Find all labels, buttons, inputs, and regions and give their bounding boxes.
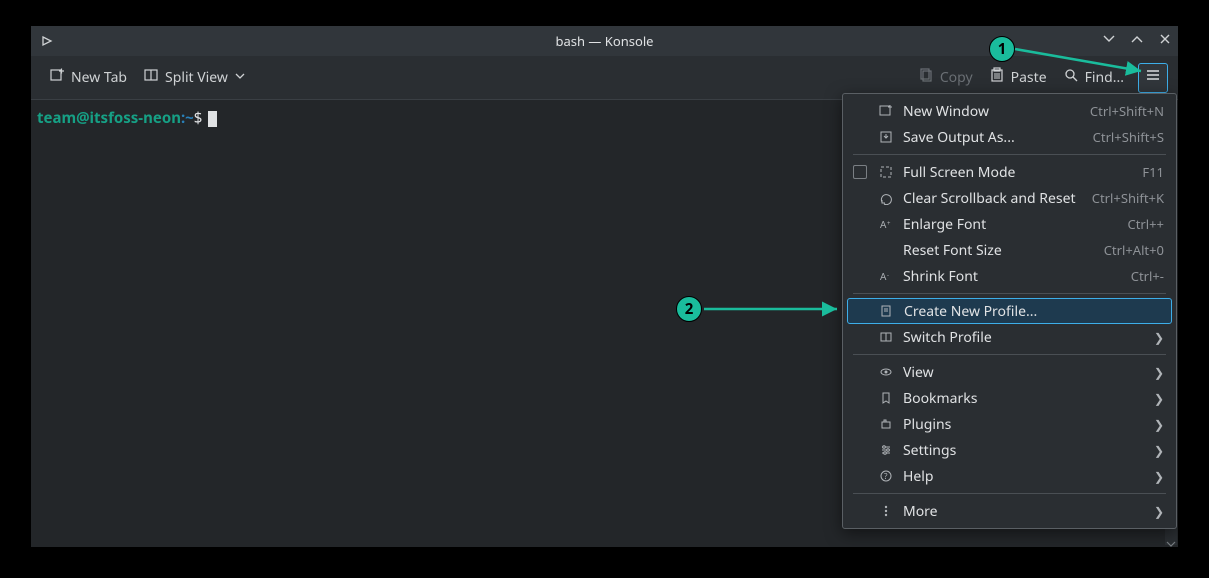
font-shrink-icon: A- — [877, 269, 895, 283]
submenu-arrow-icon: ❯ — [1154, 416, 1164, 433]
menu-fullscreen[interactable]: Full Screen Mode F11 — [843, 159, 1176, 185]
menu-help[interactable]: ? Help ❯ — [843, 463, 1176, 489]
hamburger-icon — [1145, 67, 1161, 88]
shell-prompt: team@itsfoss-neon:~$ — [37, 108, 206, 128]
submenu-arrow-icon: ❯ — [1154, 442, 1164, 459]
svg-text:A: A — [880, 217, 887, 231]
profile-switch-icon — [877, 330, 895, 344]
chevron-down-icon — [234, 68, 246, 87]
font-enlarge-icon: A+ — [877, 217, 895, 231]
paste-label: Paste — [1011, 68, 1047, 87]
menu-enlarge-font[interactable]: A+ Enlarge Font Ctrl++ — [843, 211, 1176, 237]
menu-create-profile[interactable]: Create New Profile... — [847, 298, 1172, 324]
new-tab-icon — [49, 67, 65, 88]
menu-new-window[interactable]: New Window Ctrl+Shift+N — [843, 98, 1176, 124]
scroll-down-icon[interactable] — [1165, 533, 1177, 545]
hamburger-menu: New Window Ctrl+Shift+N Save Output As..… — [842, 93, 1177, 529]
menu-switch-profile[interactable]: Switch Profile ❯ — [843, 324, 1176, 350]
search-icon — [1063, 67, 1079, 88]
paste-button[interactable]: Paste — [981, 63, 1055, 92]
split-view-icon — [143, 67, 159, 88]
svg-text:?: ? — [884, 471, 888, 482]
view-icon — [877, 365, 895, 379]
menu-plugins[interactable]: Plugins ❯ — [843, 411, 1176, 437]
save-icon — [877, 130, 895, 144]
copy-icon — [918, 67, 934, 88]
text-cursor — [208, 111, 217, 127]
menu-view[interactable]: View ❯ — [843, 359, 1176, 385]
menu-clear-scrollback[interactable]: Clear Scrollback and Reset Ctrl+Shift+K — [843, 185, 1176, 211]
svg-text:A: A — [880, 269, 887, 283]
prompt-path: ~ — [185, 108, 194, 128]
bookmark-icon — [877, 391, 895, 405]
more-icon — [877, 504, 895, 518]
menu-separator — [853, 493, 1166, 494]
copy-button: Copy — [910, 63, 981, 92]
menu-bookmarks[interactable]: Bookmarks ❯ — [843, 385, 1176, 411]
settings-icon — [877, 443, 895, 457]
find-label: Find... — [1085, 68, 1124, 87]
menu-separator — [853, 293, 1166, 294]
menu-shrink-font[interactable]: A- Shrink Font Ctrl+- — [843, 263, 1176, 289]
find-button[interactable]: Find... — [1055, 63, 1132, 92]
split-view-label: Split View — [165, 68, 228, 87]
maximize-icon[interactable] — [1130, 32, 1144, 50]
split-view-button[interactable]: Split View — [135, 63, 254, 92]
submenu-arrow-icon: ❯ — [1154, 390, 1164, 407]
profile-new-icon — [878, 304, 896, 318]
submenu-arrow-icon: ❯ — [1154, 468, 1164, 485]
menu-more[interactable]: More ❯ — [843, 498, 1176, 524]
annotation-step-2: 2 — [676, 296, 702, 322]
prompt-userhost: team@itsfoss-neon — [37, 108, 181, 128]
copy-label: Copy — [940, 68, 973, 87]
close-icon[interactable] — [1158, 32, 1172, 50]
new-tab-button[interactable]: New Tab — [41, 63, 135, 92]
submenu-arrow-icon: ❯ — [1154, 503, 1164, 520]
menu-reset-font[interactable]: Reset Font Size Ctrl+Alt+0 — [843, 237, 1176, 263]
paste-icon — [989, 67, 1005, 88]
system-menu-icon[interactable] — [37, 31, 57, 51]
svg-text:-: - — [887, 271, 889, 279]
hamburger-menu-button[interactable] — [1138, 63, 1168, 93]
menu-settings[interactable]: Settings ❯ — [843, 437, 1176, 463]
prompt-dollar: $ — [194, 108, 203, 128]
window-new-icon — [877, 104, 895, 118]
window-title: bash — Konsole — [555, 32, 653, 50]
svg-text:+: + — [887, 219, 891, 227]
menu-separator — [853, 354, 1166, 355]
help-icon: ? — [877, 469, 895, 483]
annotation-step-1: 1 — [989, 36, 1015, 62]
plugins-icon — [877, 417, 895, 431]
new-tab-label: New Tab — [71, 68, 127, 87]
submenu-arrow-icon: ❯ — [1154, 329, 1164, 346]
menu-save-output[interactable]: Save Output As... Ctrl+Shift+S — [843, 124, 1176, 150]
clear-icon — [877, 191, 895, 205]
menu-separator — [853, 154, 1166, 155]
fullscreen-icon — [877, 165, 895, 179]
submenu-arrow-icon: ❯ — [1154, 364, 1164, 381]
checkbox-unchecked-icon — [853, 165, 867, 179]
minimize-icon[interactable] — [1102, 32, 1116, 50]
